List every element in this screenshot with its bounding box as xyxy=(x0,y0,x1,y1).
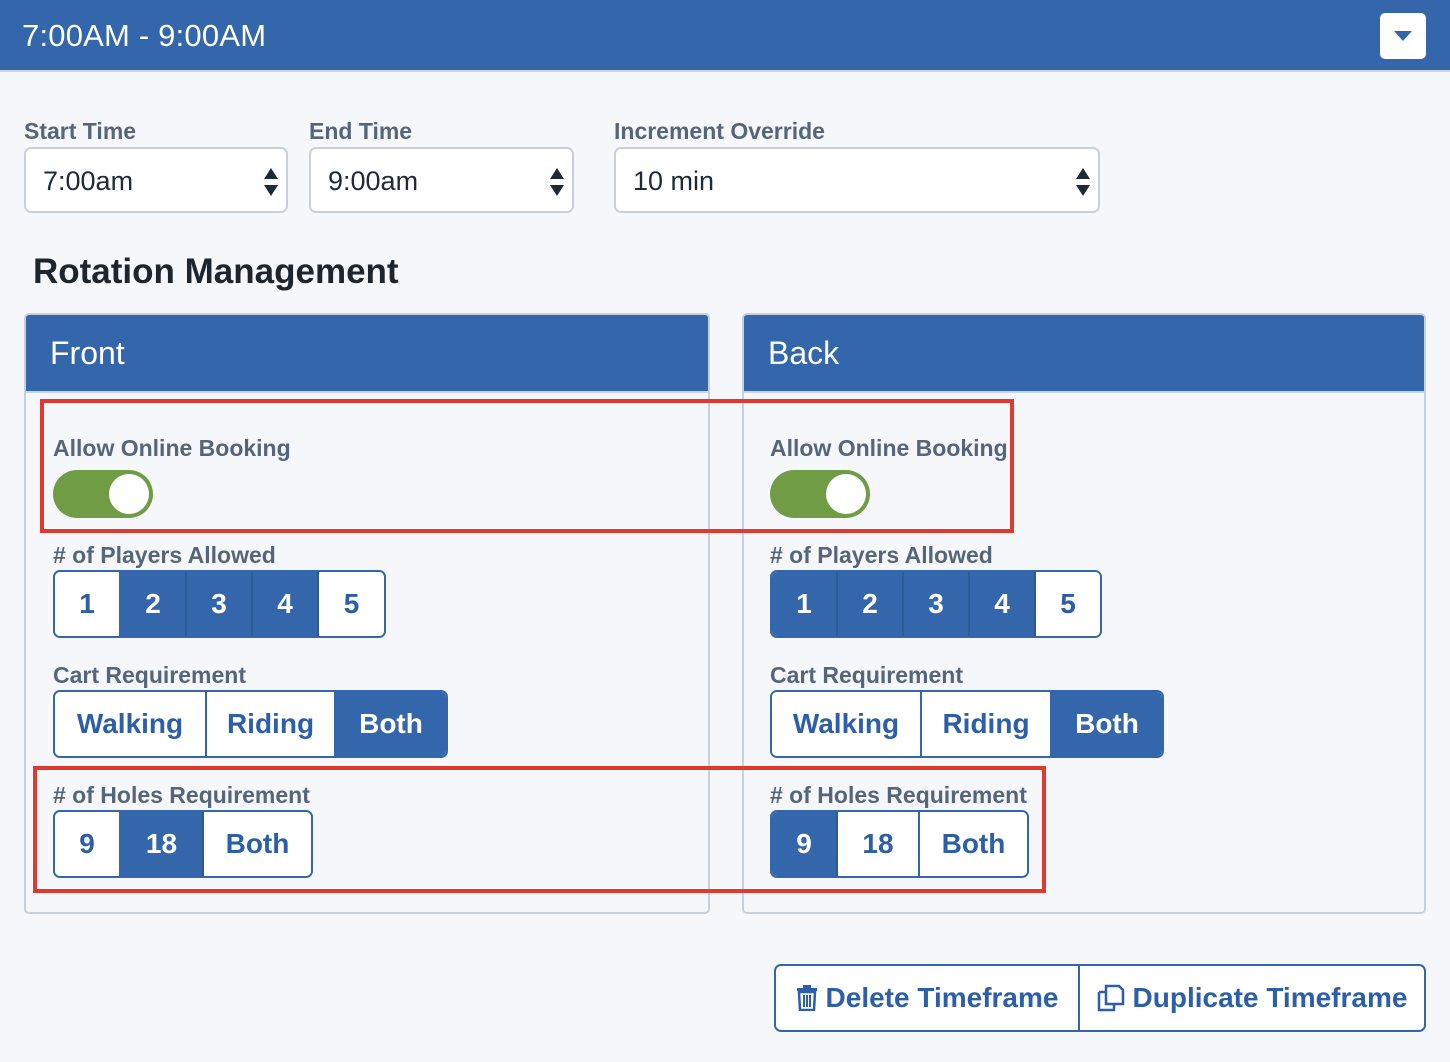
back-players-option[interactable]: 1 xyxy=(772,572,838,636)
select-arrows-icon xyxy=(550,168,564,196)
front-cart-option-riding[interactable]: Riding xyxy=(207,692,336,756)
end-time-value: 9:00am xyxy=(328,166,419,196)
front-players-option[interactable]: 3 xyxy=(187,572,253,636)
end-time-select[interactable]: 9:00am xyxy=(309,147,574,213)
timeframe-title: 7:00AM - 9:00AM xyxy=(22,18,267,53)
back-players-option[interactable]: 2 xyxy=(838,572,904,636)
back-cart-option-walking[interactable]: Walking xyxy=(772,692,922,756)
back-players-selector[interactable]: 1 2 3 4 5 xyxy=(770,570,1102,638)
front-players-option[interactable]: 5 xyxy=(319,572,384,636)
increment-override-label: Increment Override xyxy=(614,118,825,144)
back-players-label: # of Players Allowed xyxy=(770,542,993,568)
back-cart-selector[interactable]: Walking Riding Both xyxy=(770,690,1164,758)
trash-icon xyxy=(796,985,817,1011)
increment-override-select[interactable]: 10 min xyxy=(614,147,1100,213)
front-cart-option-both[interactable]: Both xyxy=(336,692,446,756)
back-cart-option-both[interactable]: Both xyxy=(1052,692,1162,756)
back-players-option[interactable]: 4 xyxy=(970,572,1036,636)
caret-down-icon xyxy=(1394,31,1412,41)
end-time-label: End Time xyxy=(309,118,413,144)
back-players-option[interactable]: 5 xyxy=(1036,572,1100,636)
timeframe-actions: Delete Timeframe Duplicate Timeframe xyxy=(774,964,1426,1032)
select-arrows-icon xyxy=(1076,168,1090,196)
front-panel-title: Front xyxy=(50,335,125,371)
increment-override-value: 10 min xyxy=(633,166,715,196)
section-title: Rotation Management xyxy=(33,252,399,291)
select-arrows-icon xyxy=(264,168,278,196)
start-time-select[interactable]: 7:00am xyxy=(24,147,288,213)
back-cart-option-riding[interactable]: Riding xyxy=(922,692,1052,756)
back-cart-label: Cart Requirement xyxy=(770,662,963,688)
start-time-label: Start Time xyxy=(24,118,137,144)
front-players-selector[interactable]: 1 2 3 4 5 xyxy=(53,570,386,638)
front-panel-header: Front xyxy=(26,315,708,393)
start-time-value: 7:00am xyxy=(43,166,134,196)
front-cart-selector[interactable]: Walking Riding Both xyxy=(53,690,448,758)
front-players-option[interactable]: 4 xyxy=(253,572,319,636)
holes-requirement-highlight-box xyxy=(33,766,1046,893)
back-players-option[interactable]: 3 xyxy=(904,572,970,636)
copy-icon xyxy=(1097,984,1124,1012)
duplicate-timeframe-label: Duplicate Timeframe xyxy=(1132,982,1408,1013)
delete-timeframe-button[interactable]: Delete Timeframe xyxy=(776,966,1078,1030)
timeframe-dropdown-button[interactable] xyxy=(1380,13,1426,59)
front-cart-label: Cart Requirement xyxy=(53,662,246,688)
back-panel-header: Back xyxy=(744,315,1424,393)
delete-timeframe-label: Delete Timeframe xyxy=(825,982,1059,1013)
front-cart-option-walking[interactable]: Walking xyxy=(55,692,207,756)
front-players-option[interactable]: 2 xyxy=(121,572,187,636)
back-panel-title: Back xyxy=(768,335,840,371)
duplicate-timeframe-button[interactable]: Duplicate Timeframe xyxy=(1078,966,1424,1030)
timeframe-header: 7:00AM - 9:00AM xyxy=(0,0,1450,72)
front-players-label: # of Players Allowed xyxy=(53,542,276,568)
online-booking-highlight-box xyxy=(40,399,1014,533)
front-players-option[interactable]: 1 xyxy=(55,572,121,636)
